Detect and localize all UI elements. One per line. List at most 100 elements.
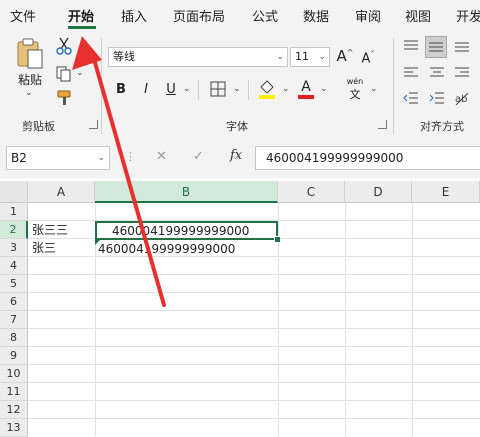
tab-insert[interactable]: 插入 [121,6,147,25]
gridline [28,274,480,275]
gridline [28,292,480,293]
orientation-button[interactable]: ab [452,88,472,108]
column-header-d[interactable]: D [345,181,412,203]
formula-bar-grip-icon[interactable]: ⋮ [125,150,136,163]
italic-button[interactable]: I [137,79,155,99]
tab-home[interactable]: 开始 [68,6,94,25]
align-left-button[interactable] [401,63,421,83]
row-header-11[interactable]: 11 [0,383,28,401]
tab-data[interactable]: 数据 [303,6,329,25]
insert-function-icon[interactable]: fx [230,148,242,163]
align-right-button[interactable] [452,63,472,83]
gridline [28,382,480,383]
cancel-icon[interactable]: ✕ [156,149,167,164]
row-header-7[interactable]: 7 [0,311,28,329]
row-header-9[interactable]: 9 [0,347,28,365]
row-header-4[interactable]: 4 [0,257,28,275]
chevron-down-icon[interactable]: ⌄ [25,88,33,98]
column-header-e[interactable]: E [412,181,480,203]
align-bottom-button[interactable] [452,36,472,56]
underline-button[interactable]: U [162,79,180,99]
row-header-10[interactable]: 10 [0,365,28,383]
chevron-down-icon[interactable]: ⌄ [183,84,191,94]
row-header-2[interactable]: 2 [0,221,28,239]
row-header-8[interactable]: 8 [0,329,28,347]
tab-developer[interactable]: 开发 [456,6,480,25]
font-color-swatch [298,95,314,99]
gridline [28,400,480,401]
chevron-down-icon[interactable]: ⌄ [233,84,241,94]
indent-icon [429,92,444,104]
font-dialog-launcher[interactable] [378,120,387,129]
paste-icon [17,38,43,69]
align-top-button[interactable] [401,36,421,56]
decrease-font-size-button[interactable]: Aˇ [358,47,378,69]
format-painter-button[interactable] [54,88,74,108]
outdent-icon [403,92,418,104]
decrease-indent-button[interactable] [401,88,421,108]
cut-button[interactable] [54,36,74,56]
chevron-down-icon[interactable]: ⌄ [97,147,105,169]
name-box[interactable]: B2 ⌄ [6,146,110,170]
chevron-down-icon[interactable]: ⌄ [76,68,84,78]
chevron-down-icon[interactable]: ⌄ [320,84,328,94]
column-header-a[interactable]: A [28,181,95,203]
font-color-glyph: A [301,79,311,95]
gridline [28,364,480,365]
copy-button[interactable] [54,64,74,84]
row-header-3[interactable]: 3 [0,239,28,257]
font-color-button[interactable]: A [296,77,316,101]
cell-a2[interactable]: 张三三 [32,221,68,239]
formula-bar: B2 ⌄ ⋮ ✕ ✓ fx 460004199999999000 [0,138,480,178]
tab-file[interactable]: 文件 [10,6,36,25]
increase-font-size-button[interactable]: A^ [335,45,355,67]
row-header-5[interactable]: 5 [0,275,28,293]
chevron-down-icon[interactable]: ⌄ [318,48,326,66]
row-header-6[interactable]: 6 [0,293,28,311]
clipboard-dialog-launcher[interactable] [89,120,98,129]
tab-formulas[interactable]: 公式 [252,6,278,25]
phonetic-guide-button[interactable]: wén 文 [342,76,368,102]
borders-button[interactable] [207,79,229,99]
cell-a3[interactable]: 张三 [32,239,56,257]
divider [198,80,199,100]
paste-label[interactable]: 粘贴 [14,72,46,87]
tab-review[interactable]: 审阅 [355,6,381,25]
chevron-down-icon[interactable]: ⌄ [276,48,284,66]
align-middle-button[interactable] [425,36,447,58]
select-all-corner[interactable] [0,181,28,203]
align-right-icon [455,67,469,77]
divider [248,80,249,100]
phonetic-text: wén [346,76,364,86]
fill-handle[interactable] [274,236,281,243]
fill-color-button[interactable] [256,77,278,101]
bold-button[interactable]: B [112,79,130,99]
column-header-c[interactable]: C [278,181,345,203]
font-name-combo[interactable]: 等线 ⌄ [108,47,288,67]
tab-view[interactable]: 视图 [405,6,431,25]
row-header-1[interactable]: 1 [0,203,28,221]
clipboard-group-label: 剪贴板 [22,120,55,133]
formula-input[interactable]: 460004199999999000 [255,146,480,170]
align-top-icon [404,40,418,50]
font-size-combo[interactable]: 11 ⌄ [290,47,330,67]
column-header-b[interactable]: B [95,181,278,203]
chevron-down-icon[interactable]: ⌄ [282,84,290,94]
formula-value: 460004199999999000 [266,151,404,165]
scissors-icon [56,37,72,55]
row-header-12[interactable]: 12 [0,401,28,419]
grow-font-icon: A^ [336,47,354,65]
row-header-13[interactable]: 13 [0,419,28,437]
worksheet-grid[interactable]: A B C D E 1 2 3 4 5 6 7 8 9 10 11 12 13 … [0,181,480,437]
chevron-down-icon[interactable]: ⌄ [370,84,378,94]
align-left-icon [404,67,418,77]
font-size-value: 11 [295,50,309,63]
increase-indent-button[interactable] [427,88,447,108]
tab-page-layout[interactable]: 页面布局 [173,6,225,25]
shrink-font-icon: Aˇ [361,49,375,67]
paste-button[interactable] [14,38,46,70]
group-divider [101,38,102,134]
align-center-button[interactable] [427,63,447,83]
cell-b3[interactable]: 460004199999999000 [98,240,235,258]
enter-icon[interactable]: ✓ [193,149,204,164]
